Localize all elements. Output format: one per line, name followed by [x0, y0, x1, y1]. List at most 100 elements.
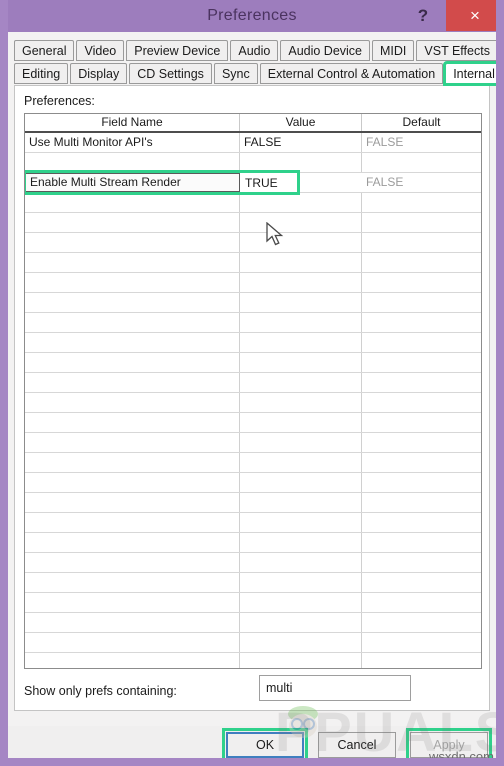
table-row[interactable] — [25, 393, 481, 413]
table-row[interactable]: Enable Multi Stream Render TRUE FALSE — [25, 170, 481, 195]
tab-audio-device[interactable]: Audio Device — [280, 40, 371, 61]
filter-input[interactable] — [259, 675, 411, 701]
ok-button[interactable]: OK — [222, 728, 308, 758]
cell-field-name[interactable] — [25, 473, 240, 492]
tab-external-control-automation[interactable]: External Control & Automation — [259, 63, 444, 84]
cell-value[interactable]: TRUE — [240, 173, 362, 192]
table-row[interactable]: Use Multi Monitor API's FALSE FALSE — [25, 133, 481, 153]
cell-field-name[interactable] — [25, 333, 240, 352]
table-row[interactable] — [25, 593, 481, 613]
tab-editing[interactable]: Editing — [14, 63, 69, 84]
tab-general[interactable]: General — [14, 40, 75, 61]
cell-field-name[interactable] — [25, 393, 240, 412]
tab-preview-device[interactable]: Preview Device — [126, 40, 229, 61]
cell-value[interactable] — [240, 553, 362, 572]
close-button[interactable]: × — [446, 0, 496, 31]
cell-value[interactable] — [240, 513, 362, 532]
table-row[interactable] — [25, 633, 481, 653]
tab-video[interactable]: Video — [76, 40, 125, 61]
table-row[interactable] — [25, 333, 481, 353]
cell-field-name[interactable] — [25, 553, 240, 572]
table-row[interactable] — [25, 353, 481, 373]
cell-value[interactable] — [240, 593, 362, 612]
cell-field-name[interactable] — [25, 413, 240, 432]
cell-value[interactable] — [240, 493, 362, 512]
cell-field-name[interactable] — [25, 453, 240, 472]
cell-field-name[interactable] — [25, 373, 240, 392]
cell-value[interactable] — [240, 213, 362, 232]
cell-value[interactable] — [240, 433, 362, 452]
cell-value[interactable] — [240, 613, 362, 632]
table-row[interactable] — [25, 193, 481, 213]
table-row[interactable] — [25, 413, 481, 433]
cell-value[interactable] — [240, 293, 362, 312]
cell-value[interactable] — [240, 453, 362, 472]
cell-value[interactable] — [240, 393, 362, 412]
table-row[interactable] — [25, 573, 481, 593]
tab-display[interactable]: Display — [70, 63, 128, 84]
table-row[interactable] — [25, 553, 481, 573]
cell-field-name[interactable]: Enable Multi Stream Render — [25, 173, 240, 192]
table-row[interactable] — [25, 233, 481, 253]
table-row[interactable] — [25, 613, 481, 633]
cell-field-name[interactable] — [25, 493, 240, 512]
cell-value[interactable] — [240, 473, 362, 492]
table-row[interactable] — [25, 213, 481, 233]
column-header-value[interactable]: Value — [240, 114, 362, 131]
tab-internal[interactable]: Internal — [443, 61, 496, 86]
cell-value[interactable] — [240, 233, 362, 252]
cell-value[interactable] — [240, 653, 362, 668]
table-row[interactable] — [25, 253, 481, 273]
cell-field-name[interactable] — [25, 273, 240, 292]
cell-field-name[interactable] — [25, 153, 240, 172]
cell-value[interactable] — [240, 573, 362, 592]
preferences-grid[interactable]: Field Name Value Default Use Multi Monit… — [24, 113, 482, 669]
tab-cd-settings[interactable]: CD Settings — [129, 63, 212, 84]
cell-field-name[interactable] — [25, 213, 240, 232]
cell-field-name[interactable] — [25, 193, 240, 212]
cancel-button[interactable]: Cancel — [318, 732, 396, 758]
cell-value[interactable]: FALSE — [240, 133, 362, 152]
table-row[interactable] — [25, 153, 481, 173]
cell-field-name[interactable] — [25, 593, 240, 612]
table-row[interactable] — [25, 513, 481, 533]
cell-value[interactable] — [240, 633, 362, 652]
table-row[interactable] — [25, 293, 481, 313]
table-row[interactable] — [25, 273, 481, 293]
cell-field-name[interactable] — [25, 653, 240, 668]
tab-vst-effects[interactable]: VST Effects — [416, 40, 496, 61]
cell-value[interactable] — [240, 353, 362, 372]
cell-value[interactable] — [240, 153, 362, 172]
cell-field-name[interactable] — [25, 253, 240, 272]
table-row[interactable] — [25, 493, 481, 513]
cell-value[interactable] — [240, 373, 362, 392]
cell-field-name[interactable] — [25, 613, 240, 632]
cell-field-name[interactable] — [25, 433, 240, 452]
cell-value[interactable] — [240, 313, 362, 332]
cell-field-name[interactable] — [25, 573, 240, 592]
help-button[interactable]: ? — [407, 0, 439, 32]
table-row[interactable] — [25, 473, 481, 493]
tab-audio[interactable]: Audio — [230, 40, 279, 61]
column-header-field-name[interactable]: Field Name — [25, 114, 240, 131]
tab-midi[interactable]: MIDI — [372, 40, 415, 61]
cell-value[interactable] — [240, 253, 362, 272]
table-row[interactable] — [25, 533, 481, 553]
cell-field-name[interactable] — [25, 233, 240, 252]
table-row[interactable] — [25, 313, 481, 333]
cell-field-name[interactable] — [25, 533, 240, 552]
title-bar[interactable]: Preferences ? × — [8, 0, 496, 32]
tab-sync[interactable]: Sync — [213, 63, 258, 84]
cell-value[interactable] — [240, 533, 362, 552]
cell-field-name[interactable] — [25, 353, 240, 372]
table-row[interactable] — [25, 653, 481, 668]
cell-field-name[interactable] — [25, 513, 240, 532]
column-header-default[interactable]: Default — [362, 114, 481, 131]
cell-value[interactable] — [240, 193, 362, 212]
cell-value[interactable] — [240, 273, 362, 292]
cell-field-name[interactable] — [25, 293, 240, 312]
cell-field-name[interactable] — [25, 633, 240, 652]
table-row[interactable] — [25, 373, 481, 393]
cell-field-name[interactable] — [25, 313, 240, 332]
table-row[interactable] — [25, 433, 481, 453]
